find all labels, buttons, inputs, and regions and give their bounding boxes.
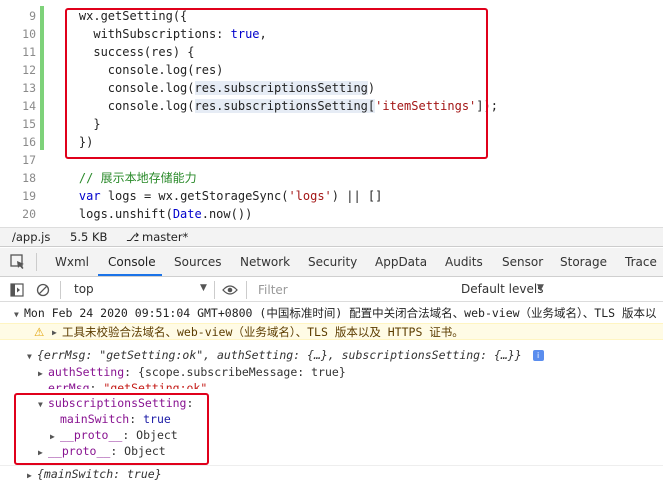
code-token: // 展示本地存储能力 bbox=[50, 171, 197, 185]
line-number: 13 bbox=[22, 81, 36, 95]
code-line[interactable]: 20 logs.unshift(Date.now()) bbox=[0, 205, 663, 223]
console-object-summary[interactable]: ▼ {errMsg: "getSetting:ok", authSetting: … bbox=[0, 347, 663, 364]
tab-trace[interactable]: Trace bbox=[625, 255, 657, 269]
console-object-summary-2[interactable]: ▶ {mainSwitch: true} bbox=[0, 465, 663, 481]
tab-audits[interactable]: Audits bbox=[445, 255, 483, 269]
branch-icon: ⎇ bbox=[126, 230, 140, 244]
divider bbox=[36, 253, 37, 271]
code-line[interactable]: 18 // 展示本地存储能力 bbox=[0, 169, 663, 187]
context-dropdown-icon[interactable]: ▼ bbox=[200, 283, 207, 293]
context-selector[interactable]: top bbox=[74, 282, 94, 296]
line-number: 14 bbox=[22, 99, 36, 113]
tab-sensor[interactable]: Sensor bbox=[502, 255, 543, 269]
inspect-element-icon[interactable] bbox=[10, 254, 26, 270]
line-number: 17 bbox=[22, 153, 36, 167]
warning-icon: ⚠ bbox=[34, 325, 45, 339]
line-number: 19 bbox=[22, 189, 36, 203]
code-token: logs = wx.getStorageSync( bbox=[100, 189, 289, 203]
console-warning: ⚠ ▶ 工具未校验合法域名、web-view（业务域名）、TLS 版本以及 HT… bbox=[0, 323, 663, 340]
devtools-tab-bar: Wxml Console Sources Network Security Ap… bbox=[0, 248, 663, 277]
toggle-sidebar-icon[interactable] bbox=[10, 283, 24, 297]
console-log-header: ▼ Mon Feb 24 2020 09:51:04 GMT+0800 (中国标准… bbox=[14, 306, 657, 320]
line-number: 18 bbox=[22, 171, 36, 185]
line-number: 20 bbox=[22, 207, 36, 221]
divider bbox=[214, 281, 215, 299]
line-number: 15 bbox=[22, 117, 36, 131]
eye-icon[interactable] bbox=[222, 284, 238, 296]
tab-security[interactable]: Security bbox=[308, 255, 357, 269]
divider bbox=[60, 281, 61, 299]
line-number: 10 bbox=[22, 27, 36, 41]
code-text: // 展示本地存储能力 bbox=[50, 169, 197, 187]
filter-input[interactable]: Filter bbox=[254, 281, 450, 299]
divider bbox=[246, 281, 247, 299]
code-token: var bbox=[78, 189, 101, 203]
code-token: .now()) bbox=[201, 207, 253, 221]
line-number: 11 bbox=[22, 45, 36, 59]
clear-console-icon[interactable] bbox=[36, 283, 50, 297]
tree-row-authsetting[interactable]: ▶ authSetting: {scope.subscribeMessage: t… bbox=[0, 364, 663, 381]
tab-sources[interactable]: Sources bbox=[174, 255, 221, 269]
code-token: 'logs' bbox=[288, 189, 332, 203]
line-number: 9 bbox=[29, 9, 36, 23]
git-branch[interactable]: master* bbox=[142, 230, 188, 244]
tab-console[interactable]: Console bbox=[108, 255, 156, 269]
line-number: 16 bbox=[22, 135, 36, 149]
annotation-box-code bbox=[65, 8, 488, 159]
code-token: Date bbox=[172, 207, 202, 221]
editor-status-bar: /app.js 5.5 KB ⎇ master* bbox=[0, 227, 663, 247]
tab-network[interactable]: Network bbox=[240, 255, 290, 269]
code-token: ) || [] bbox=[331, 189, 383, 203]
code-text: logs.unshift(Date.now()) bbox=[50, 205, 252, 223]
code-line[interactable]: 19 var logs = wx.getStorageSync('logs') … bbox=[0, 187, 663, 205]
levels-dropdown-icon[interactable]: ▼ bbox=[537, 283, 544, 293]
annotation-box-console bbox=[14, 393, 209, 465]
tab-storage[interactable]: Storage bbox=[560, 255, 607, 269]
code-token: logs.unshift( bbox=[50, 207, 173, 221]
info-badge-icon: i bbox=[532, 350, 544, 361]
code-editor[interactable]: 9 wx.getSetting({10 withSubscriptions: t… bbox=[0, 0, 663, 227]
log-levels-dropdown[interactable]: Default levels bbox=[461, 282, 543, 296]
file-path[interactable]: /app.js bbox=[12, 230, 50, 244]
file-size: 5.5 KB bbox=[70, 230, 108, 244]
active-tab-indicator bbox=[98, 274, 162, 276]
tree-row-errmsg: errMsg: "getSetting:ok" bbox=[48, 381, 208, 389]
console-toolbar: top ▼ Filter Default levels ▼ bbox=[0, 278, 663, 302]
tab-wxml[interactable]: Wxml bbox=[55, 255, 89, 269]
code-text: var logs = wx.getStorageSync('logs') || … bbox=[50, 187, 382, 205]
line-number: 12 bbox=[22, 63, 36, 77]
tab-appdata[interactable]: AppData bbox=[375, 255, 427, 269]
